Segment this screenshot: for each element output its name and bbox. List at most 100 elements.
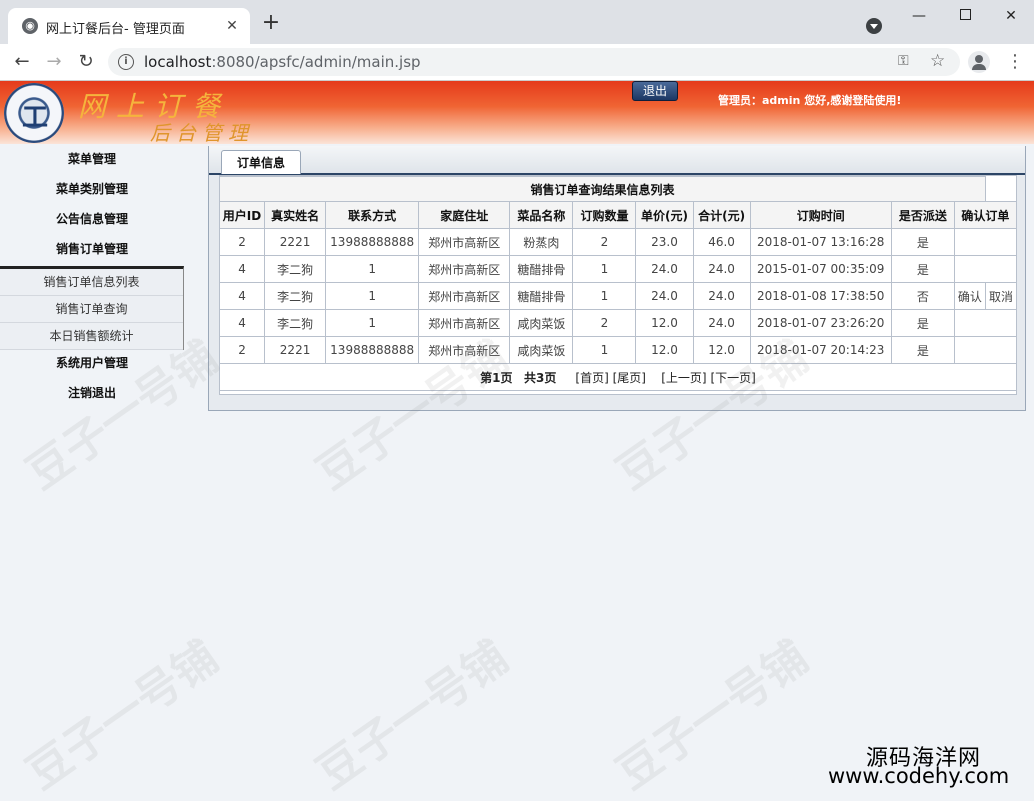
reload-icon[interactable]: ↻ bbox=[74, 50, 98, 74]
tab-search-icon[interactable] bbox=[866, 18, 882, 34]
submenu-order-query[interactable]: 销售订单查询 bbox=[0, 296, 183, 323]
cell-total: 24.0 bbox=[692, 255, 751, 283]
sidebar-item-notice[interactable]: 公告信息管理 bbox=[0, 206, 184, 236]
back-arrow-icon[interactable]: ← bbox=[10, 50, 34, 74]
url-text[interactable]: localhost:8080/apsfc/admin/main.jsp bbox=[144, 53, 421, 71]
browser-menu-icon[interactable]: ⋮ bbox=[1006, 50, 1024, 74]
cell-confirm bbox=[953, 336, 1018, 364]
cell-total: 46.0 bbox=[692, 228, 751, 256]
cell-address: 郑州市高新区 bbox=[418, 255, 511, 283]
col-header: 订购时间 bbox=[749, 201, 892, 229]
cell-dish: 糖醋排骨 bbox=[509, 255, 574, 283]
brand-subtitle: 后台管理 bbox=[150, 121, 254, 145]
cell-delivered: 是 bbox=[890, 255, 955, 283]
school-logo bbox=[4, 83, 64, 143]
cell-price: 12.0 bbox=[635, 309, 694, 337]
panel-tabstrip: 订单信息 bbox=[209, 146, 1025, 175]
cell-total: 24.0 bbox=[692, 282, 751, 310]
cell-confirm bbox=[953, 255, 1018, 283]
cell-confirm bbox=[953, 309, 1018, 337]
maximize-icon[interactable] bbox=[942, 4, 988, 28]
cell-dish: 糖醋排骨 bbox=[509, 282, 574, 310]
cancel-order-link[interactable]: 取消 bbox=[984, 282, 1018, 310]
sidebar-item-menu[interactable]: 菜单管理 bbox=[0, 146, 184, 176]
faint-watermark: 豆子一号铺 bbox=[17, 631, 228, 800]
col-header: 订购数量 bbox=[572, 201, 637, 229]
window-close-icon[interactable]: ✕ bbox=[988, 4, 1034, 28]
col-header: 用户ID bbox=[218, 201, 266, 229]
new-tab-icon[interactable]: + bbox=[260, 12, 282, 34]
confirm-order-link[interactable]: 确认 bbox=[953, 282, 986, 310]
cell-uid: 2 bbox=[218, 336, 266, 364]
total-pages: 共3页 bbox=[523, 370, 557, 385]
cell-price: 23.0 bbox=[635, 228, 694, 256]
globe-icon: ◉ bbox=[22, 18, 38, 34]
table-row: 4 李二狗 1 郑州市高新区 咸肉菜饭 2 12.0 24.0 2018-01-… bbox=[218, 309, 1018, 337]
cell-quantity: 1 bbox=[572, 336, 637, 364]
submenu-order-list[interactable]: 销售订单信息列表 bbox=[0, 269, 183, 296]
cell-phone: 13988888888 bbox=[325, 228, 420, 256]
last-page-link[interactable]: [尾页] bbox=[613, 371, 646, 385]
cell-uid: 4 bbox=[218, 255, 266, 283]
tab-title: 网上订餐后台- 管理页面 bbox=[46, 22, 185, 37]
cell-uid: 4 bbox=[218, 309, 266, 337]
cell-delivered: 是 bbox=[890, 228, 955, 256]
cell-price: 12.0 bbox=[635, 336, 694, 364]
cell-name: 2221 bbox=[264, 336, 327, 364]
browser-tabbar: ◉ 网上订餐后台- 管理页面 ✕ + — ✕ bbox=[0, 0, 1034, 44]
tab-order-info[interactable]: 订单信息 bbox=[221, 150, 301, 174]
cell-price: 24.0 bbox=[635, 255, 694, 283]
table-caption: 销售订单查询结果信息列表 bbox=[219, 176, 986, 202]
browser-navbar: ← → ↻ i localhost:8080/apsfc/admin/main.… bbox=[0, 44, 1034, 81]
col-header: 合计(元) bbox=[692, 201, 751, 229]
order-panel: 订单信息 销售订单查询结果信息列表 用户ID 真实姓名 联系方式 家庭住址 菜品… bbox=[208, 146, 1026, 411]
pager: 第1页 共3页 [首页] [尾页] [上一页] [下一页] bbox=[219, 363, 1017, 391]
cell-name: 李二狗 bbox=[264, 309, 327, 337]
minimize-icon[interactable]: — bbox=[896, 4, 942, 28]
logout-button[interactable]: 退出 bbox=[632, 81, 678, 101]
orders-submenu: 销售订单信息列表 销售订单查询 本日销售额统计 bbox=[0, 266, 184, 350]
faint-watermark: 豆子一号铺 bbox=[307, 631, 518, 800]
site-info-icon[interactable]: i bbox=[118, 54, 134, 70]
cell-phone: 1 bbox=[325, 282, 420, 310]
cell-time: 2018-01-08 17:38:50 bbox=[749, 282, 892, 310]
cell-address: 郑州市高新区 bbox=[418, 282, 511, 310]
cell-quantity: 1 bbox=[572, 255, 637, 283]
address-bar[interactable]: i localhost:8080/apsfc/admin/main.jsp ⚿ … bbox=[108, 48, 960, 76]
cell-confirm bbox=[953, 228, 1018, 256]
col-header: 确认订单 bbox=[953, 201, 1018, 229]
faint-watermark: 豆子一号铺 bbox=[607, 631, 818, 800]
cell-phone: 1 bbox=[325, 309, 420, 337]
cell-dish: 粉蒸肉 bbox=[509, 228, 574, 256]
admin-greeting: 管理员：admin 您好,感谢登陆使用! bbox=[718, 94, 902, 107]
sidebar-item-orders[interactable]: 销售订单管理 bbox=[0, 236, 184, 266]
close-tab-icon[interactable]: ✕ bbox=[222, 16, 242, 36]
cell-name: 2221 bbox=[264, 228, 327, 256]
col-header: 联系方式 bbox=[325, 201, 420, 229]
site-watermark-url: www.codehy.com bbox=[828, 764, 1010, 788]
cell-delivered: 否 bbox=[890, 282, 955, 310]
browser-tab[interactable]: ◉ 网上订餐后台- 管理页面 ✕ bbox=[8, 8, 250, 44]
submenu-daily-sales[interactable]: 本日销售额统计 bbox=[0, 323, 183, 350]
order-table: 销售订单查询结果信息列表 用户ID 真实姓名 联系方式 家庭住址 菜品名称 订购… bbox=[218, 176, 1018, 391]
cell-uid: 2 bbox=[218, 228, 266, 256]
col-header: 是否派送 bbox=[890, 201, 955, 229]
cell-quantity: 1 bbox=[572, 282, 637, 310]
cell-name: 李二狗 bbox=[264, 282, 327, 310]
key-icon[interactable]: ⚿ bbox=[898, 53, 909, 69]
col-header: 单价(元) bbox=[635, 201, 694, 229]
page-header: 网上订餐 后台管理 退出 管理员：admin 您好,感谢登陆使用! bbox=[0, 81, 1034, 145]
cell-uid: 4 bbox=[218, 282, 266, 310]
sidebar-item-menu-category[interactable]: 菜单类别管理 bbox=[0, 176, 184, 206]
col-header: 家庭住址 bbox=[418, 201, 511, 229]
cell-address: 郑州市高新区 bbox=[418, 309, 511, 337]
bookmark-star-icon[interactable]: ☆ bbox=[930, 51, 945, 71]
forward-arrow-icon[interactable]: → bbox=[42, 50, 66, 74]
cell-address: 郑州市高新区 bbox=[418, 228, 511, 256]
first-page-link[interactable]: [首页] bbox=[575, 371, 608, 385]
cell-phone: 13988888888 bbox=[325, 336, 420, 364]
profile-avatar-icon[interactable] bbox=[968, 51, 990, 73]
cell-dish: 咸肉菜饭 bbox=[509, 336, 574, 364]
cell-quantity: 2 bbox=[572, 228, 637, 256]
cell-delivered: 是 bbox=[890, 336, 955, 364]
